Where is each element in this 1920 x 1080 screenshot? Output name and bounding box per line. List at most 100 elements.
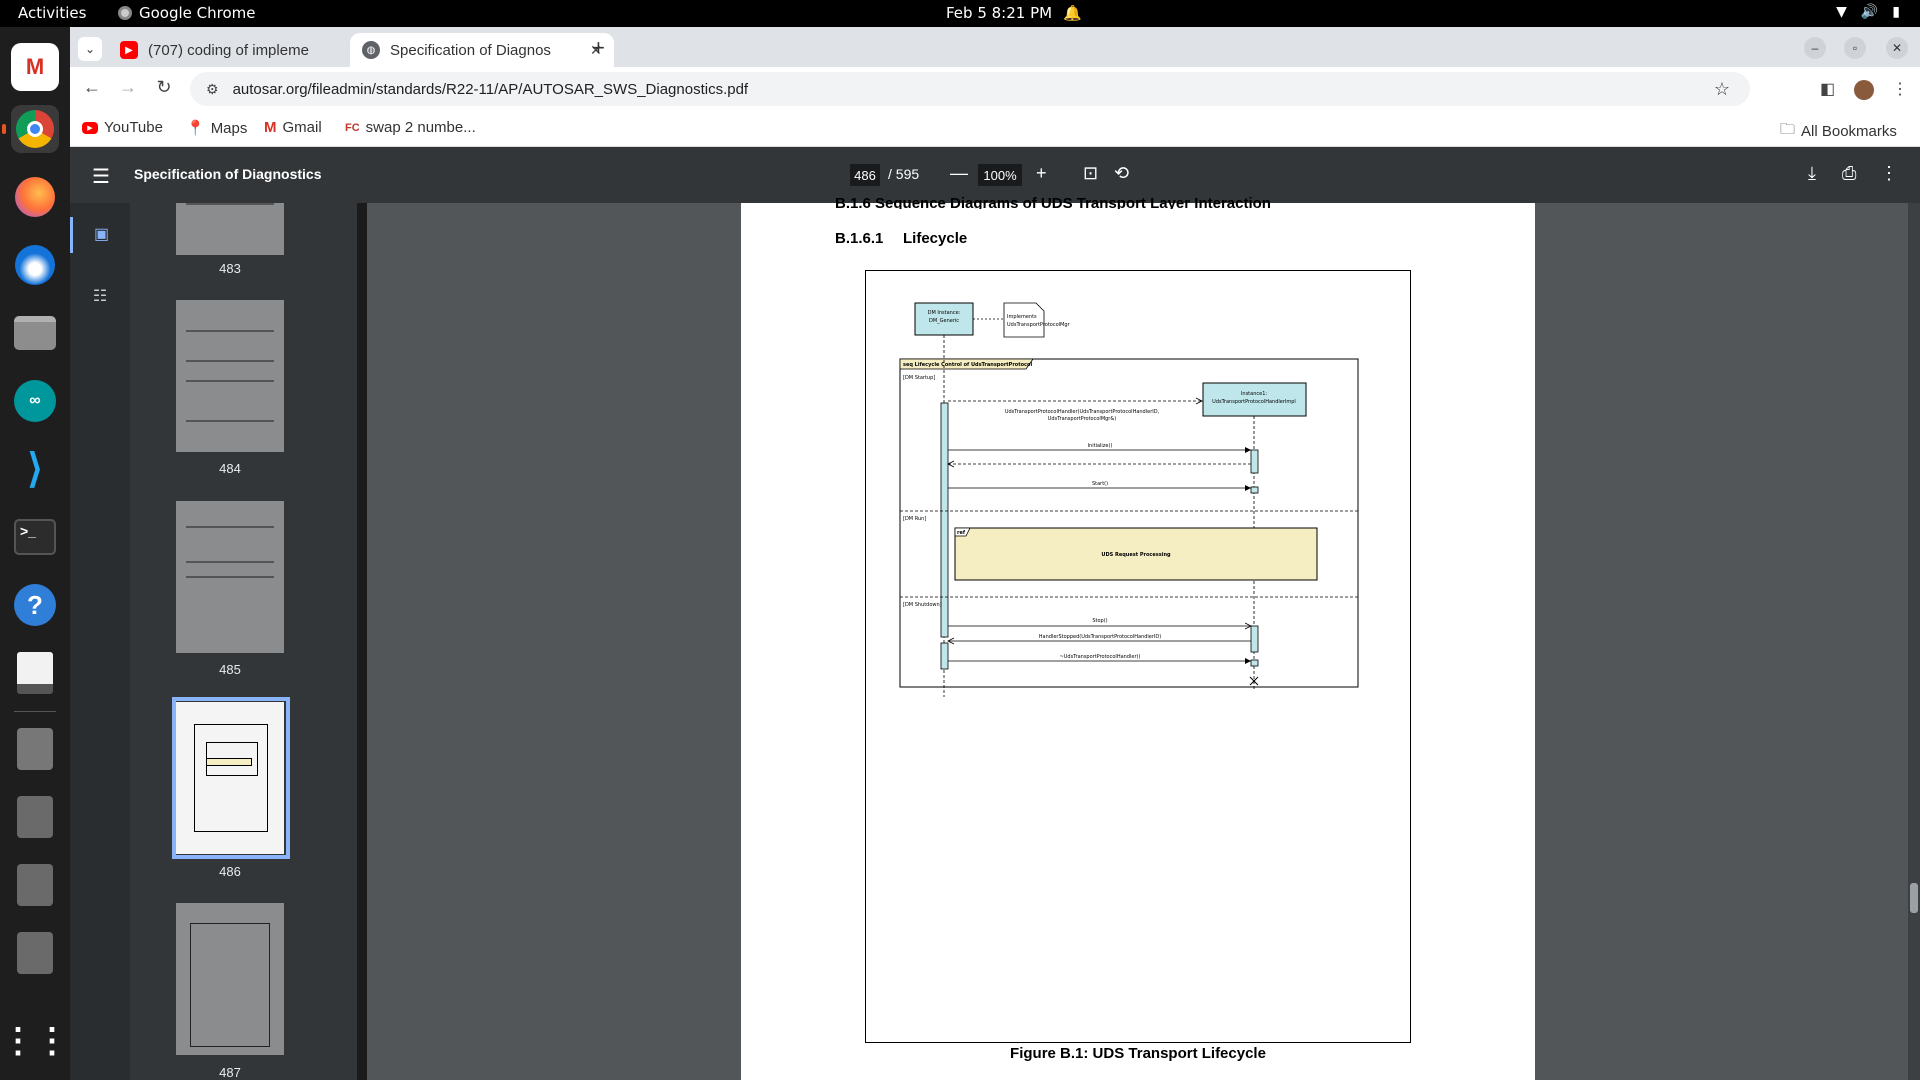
all-bookmarks-button[interactable]: 🗀 All Bookmarks: [1780, 119, 1897, 144]
thumbnail-page[interactable]: [176, 203, 284, 255]
chrome-icon[interactable]: [2, 105, 59, 153]
thumbnail-number: 486: [219, 864, 241, 879]
app-menu[interactable]: Google Chrome: [118, 4, 256, 22]
create-msg-line-1: UdsTransportProtocolHandler(UdsTransport…: [1005, 409, 1160, 415]
help-icon[interactable]: ?: [11, 581, 59, 629]
more-menu-icon[interactable]: ⋮: [1892, 79, 1908, 99]
handler-label-2: UdsTransportProtocolHandlerImpl: [1212, 399, 1296, 405]
site-info-icon[interactable]: ⚙: [206, 81, 219, 98]
figure-frame: DM Instance: DM_Generic Implements UdsTr…: [865, 270, 1411, 1043]
all-bookmarks-label: All Bookmarks: [1801, 123, 1897, 140]
maps-pin-icon: 📍: [186, 120, 205, 137]
thumbnail-number: 485: [219, 662, 241, 677]
zoom-out-icon[interactable]: —: [950, 163, 968, 184]
dm-activation-2: [940, 642, 949, 670]
files-icon[interactable]: [11, 309, 59, 357]
section-title: Lifecycle: [903, 230, 968, 247]
outline-view-icon[interactable]: ☷: [70, 279, 130, 315]
gmail-small-icon: M: [264, 119, 277, 136]
battery-icon: ▮: [1892, 4, 1900, 20]
tab-search-button[interactable]: ⌄: [78, 37, 102, 61]
msg-start: Start(): [1092, 481, 1108, 487]
address-bar[interactable]: ⚙ autosar.org/fileadmin/standards/R22-11…: [190, 72, 1750, 106]
scroll-thumb[interactable]: [1910, 883, 1918, 913]
create-msg-line-2: UdsTransportProtocolMgr&): [1048, 416, 1116, 422]
thumbnails-view-icon[interactable]: ▣: [70, 217, 130, 253]
vscode-icon[interactable]: ⟩: [11, 445, 59, 493]
app-grid-icon[interactable]: ⋮⋮: [1, 1017, 69, 1065]
ref-tag: ref: [957, 530, 966, 536]
reload-button[interactable]: ↻: [152, 77, 176, 98]
msg-handler-stopped: HandlerStopped(UdsTransportProtocolHandl…: [1039, 634, 1161, 640]
print-icon[interactable]: ⎙: [1842, 163, 1856, 184]
back-button[interactable]: ←: [80, 77, 104, 98]
zoom-input[interactable]: 100%: [978, 164, 1022, 186]
side-panel-icon[interactable]: ◧: [1820, 79, 1835, 99]
more-actions-icon[interactable]: ⋮: [1880, 163, 1898, 184]
dm-activation-1: [940, 402, 949, 638]
handler-activation-3: [1250, 625, 1259, 653]
notification-bell-icon: 🔔: [1063, 4, 1082, 22]
thunderbird-icon[interactable]: [11, 241, 59, 289]
thumbnail-sidebar: ▣ ☷ 483 484 485 486 487: [70, 203, 357, 1080]
globe-favicon-icon: ◍: [362, 41, 380, 59]
drive-icon[interactable]: [11, 725, 59, 773]
bookmark-maps[interactable]: 📍 Maps: [186, 119, 248, 138]
forward-button[interactable]: →: [116, 77, 140, 98]
document-viewer-icon[interactable]: [11, 649, 59, 697]
tab-specification[interactable]: ◍ Specification of Diagnos ✕: [350, 33, 614, 67]
disc-icon[interactable]: [11, 929, 59, 977]
main-scrollbar[interactable]: [1908, 203, 1920, 1080]
hamburger-menu-icon[interactable]: ☰: [92, 164, 110, 189]
gmail-icon[interactable]: M: [11, 43, 59, 91]
bookmark-label: Gmail: [282, 119, 322, 136]
tab-youtube[interactable]: ▶ (707) coding of impleme ✕: [108, 33, 372, 67]
browser-toolbar: ← → ↻ ⚙ autosar.org/fileadmin/standards/…: [70, 67, 1920, 111]
bookmark-star-icon[interactable]: ☆: [1714, 79, 1730, 100]
handler-activation-4: [1250, 659, 1259, 667]
system-tray[interactable]: ▼ 🔊 ▮: [1836, 4, 1900, 20]
page-number-input[interactable]: 486: [850, 164, 880, 186]
disc-icon[interactable]: [11, 861, 59, 909]
bookmark-gmail[interactable]: M Gmail: [264, 119, 322, 136]
arduino-icon[interactable]: ∞: [11, 377, 59, 425]
thumbnail-page-current[interactable]: [176, 702, 284, 854]
terminal-icon[interactable]: >_: [11, 513, 59, 561]
dm-instance-label-2: DM_Generic: [929, 318, 959, 324]
guard-startup: [DM Startup]: [903, 375, 935, 381]
download-icon[interactable]: ⤓: [1808, 163, 1816, 184]
sequence-diagram: DM Instance: DM_Generic Implements UdsTr…: [899, 302, 1359, 697]
thumbnail-page[interactable]: [176, 300, 284, 452]
sidebar-tabs: ▣ ☷: [70, 203, 130, 1080]
chrome-small-icon: [118, 6, 132, 20]
tab-strip: ⌄ ▶ (707) coding of impleme ✕ ◍ Specific…: [70, 27, 1920, 67]
firefox-icon[interactable]: [11, 173, 59, 221]
thumbnail-page[interactable]: [176, 501, 284, 653]
top-bar: Activities Google Chrome Feb 5 8:21 PM 🔔…: [0, 0, 1920, 27]
chevron-down-icon: ⌄: [84, 42, 96, 56]
app-name-label: Google Chrome: [139, 4, 256, 22]
disc-icon[interactable]: [11, 793, 59, 841]
bookmark-swap[interactable]: FC swap 2 numbe...: [345, 119, 476, 136]
bookmark-youtube[interactable]: ▶ YouTube: [82, 119, 163, 136]
close-window-button[interactable]: ✕: [1886, 37, 1908, 59]
fit-page-icon[interactable]: ⊡: [1083, 163, 1098, 184]
activities-button[interactable]: Activities: [18, 4, 86, 22]
rotate-icon[interactable]: ⟲: [1114, 163, 1129, 184]
new-tab-button[interactable]: +: [592, 35, 605, 61]
profile-avatar[interactable]: [1854, 80, 1874, 100]
thumbnail-number: 487: [219, 1065, 241, 1080]
msg-initialize: Initialize(): [1088, 443, 1113, 449]
handler-activation-2: [1250, 486, 1259, 494]
ref-text: UDS Request Processing: [1101, 552, 1171, 558]
pdf-page: B.1.6 Sequence Diagrams of UDS Transport…: [741, 195, 1535, 1080]
bookmark-label: Maps: [210, 119, 248, 137]
clock[interactable]: Feb 5 8:21 PM: [946, 4, 1052, 22]
maximize-button[interactable]: ▫: [1844, 37, 1866, 59]
dm-instance-label-1: DM Instance:: [928, 310, 961, 316]
handler-activation-1: [1250, 449, 1259, 474]
minimize-button[interactable]: –: [1804, 37, 1826, 59]
page-total: / 595: [888, 166, 920, 182]
thumbnail-page[interactable]: [176, 903, 284, 1055]
zoom-in-icon[interactable]: +: [1036, 163, 1047, 184]
